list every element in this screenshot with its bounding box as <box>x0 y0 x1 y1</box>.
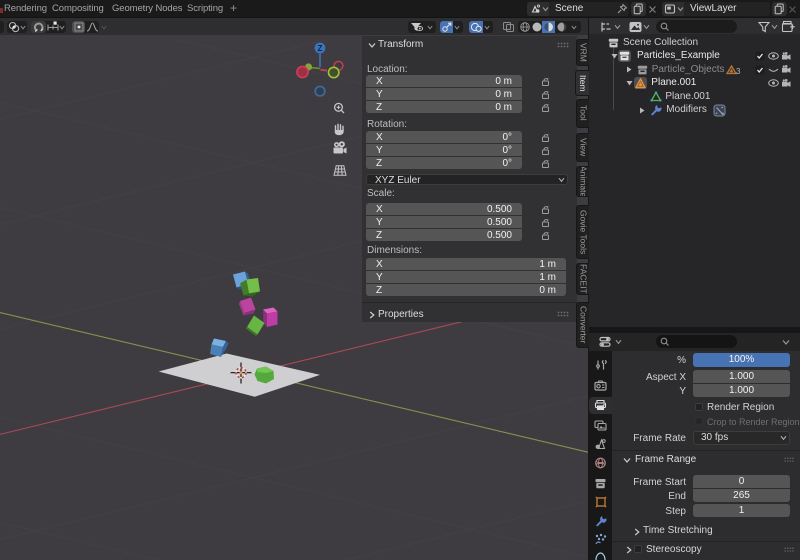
svg-text:Z: Z <box>318 44 323 53</box>
